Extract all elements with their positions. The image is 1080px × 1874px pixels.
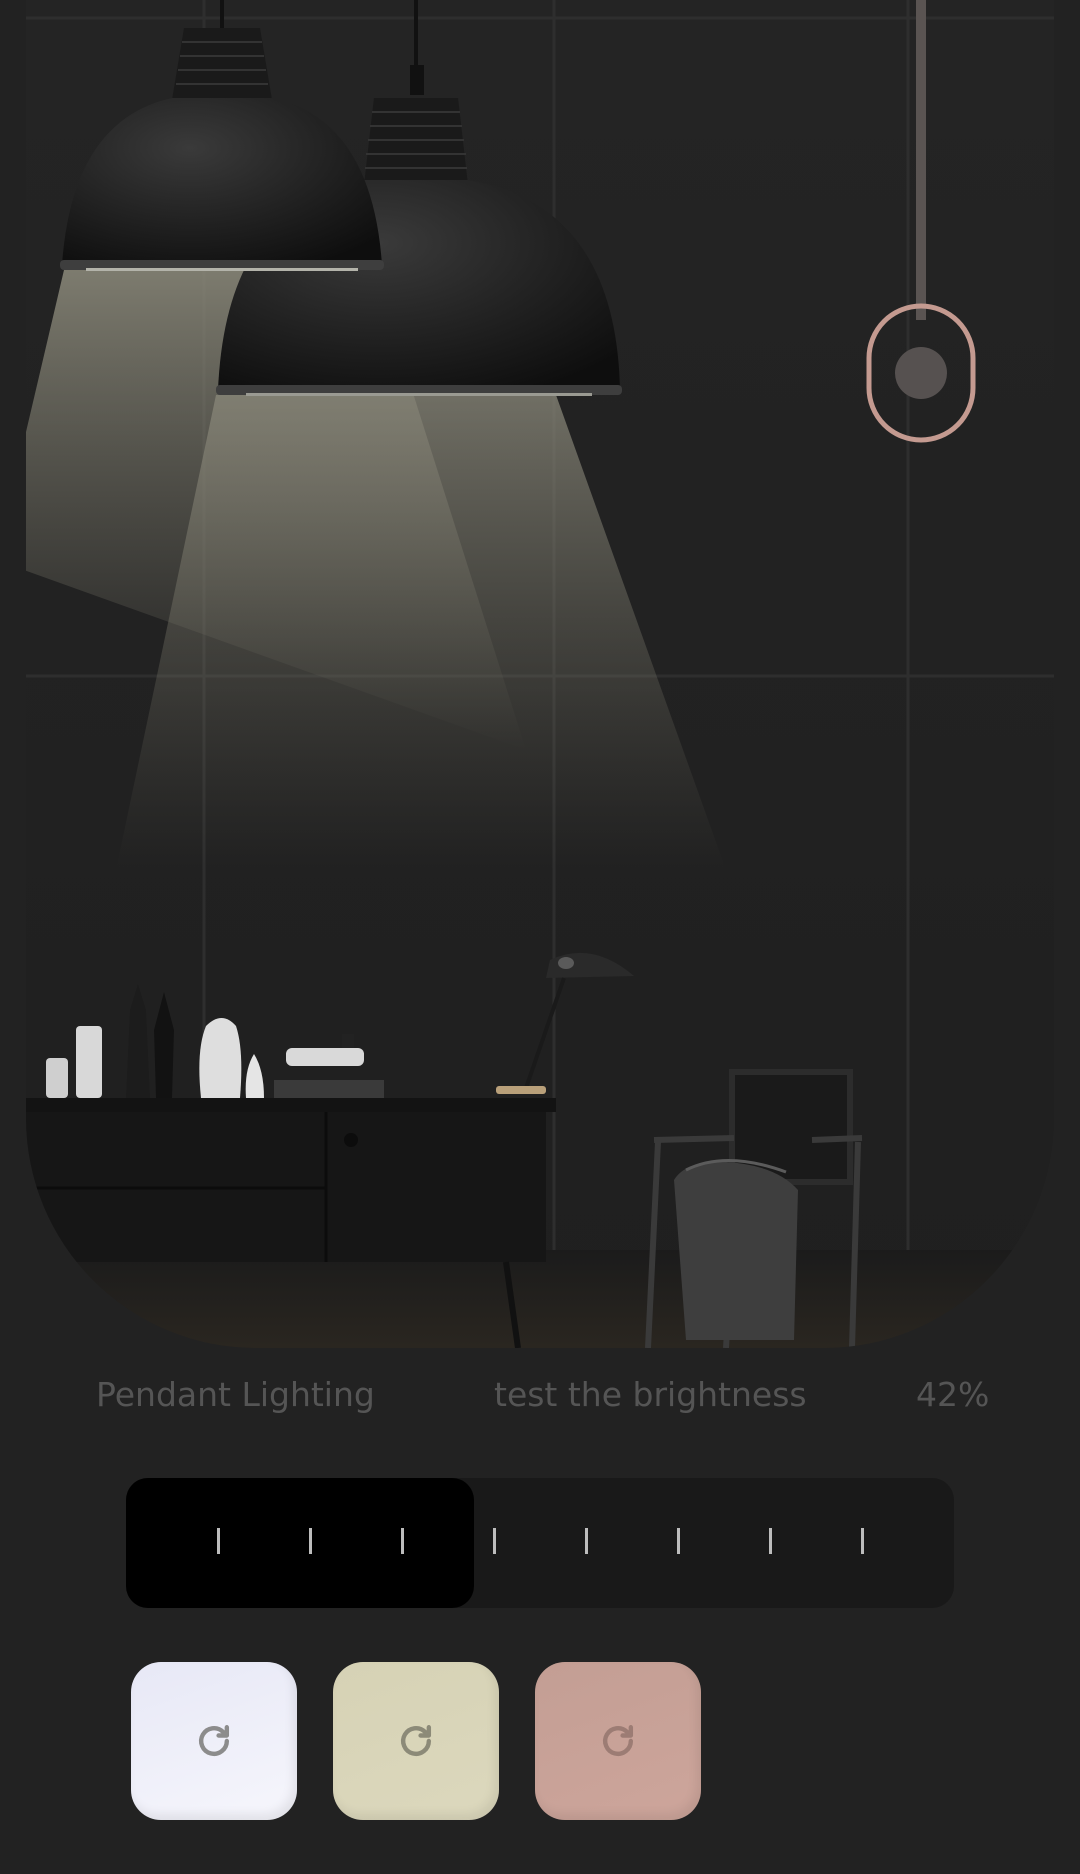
slider-tick bbox=[861, 1528, 864, 1554]
subtitle: test the brightness bbox=[494, 1375, 807, 1414]
pull-switch-control[interactable] bbox=[866, 0, 976, 443]
product-title: Pendant Lighting bbox=[96, 1375, 375, 1414]
desk-lamp bbox=[496, 952, 634, 1094]
slider-tick bbox=[677, 1528, 680, 1554]
color-swatch-warm-ivory[interactable] bbox=[333, 1662, 499, 1820]
slider-tick bbox=[493, 1528, 496, 1554]
refresh-icon bbox=[400, 1725, 432, 1757]
slider-tick bbox=[585, 1528, 588, 1554]
room-scene-drawing bbox=[26, 0, 1054, 1348]
slider-tick bbox=[401, 1528, 404, 1554]
slider-tick bbox=[217, 1528, 220, 1554]
brightness-slider-fill[interactable] bbox=[126, 1478, 474, 1608]
light-beam-right bbox=[116, 395, 726, 870]
info-row: Pendant Lighting test the brightness 42% bbox=[0, 1375, 1080, 1425]
refresh-icon bbox=[198, 1725, 230, 1757]
room-scene-illustration bbox=[26, 0, 1054, 1348]
refresh-icon bbox=[602, 1725, 634, 1757]
brightness-slider[interactable] bbox=[126, 1478, 954, 1608]
color-swatch-rose[interactable] bbox=[535, 1662, 701, 1820]
floor bbox=[26, 1250, 1054, 1348]
decor-objects bbox=[46, 984, 384, 1098]
slider-tick bbox=[309, 1528, 312, 1554]
slider-tick bbox=[769, 1528, 772, 1554]
pendant-lamp-left bbox=[60, 0, 384, 271]
color-swatch-cool-white[interactable] bbox=[131, 1662, 297, 1820]
brightness-value: 42% bbox=[916, 1375, 990, 1414]
